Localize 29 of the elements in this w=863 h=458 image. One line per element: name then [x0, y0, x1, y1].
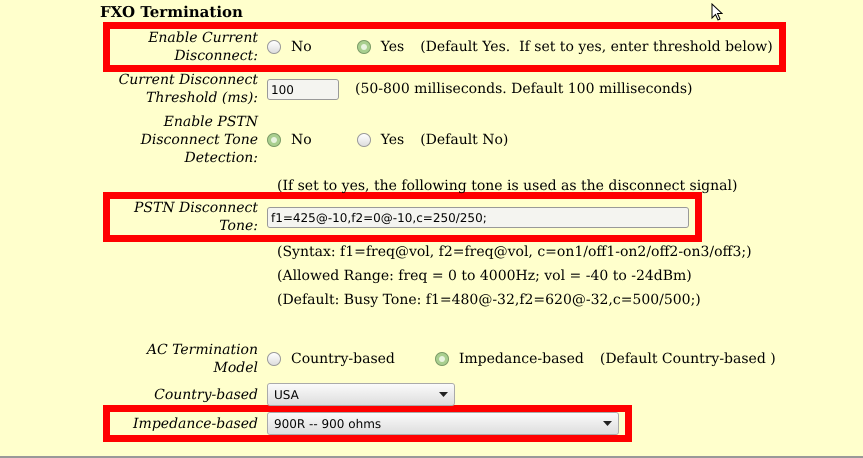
caret-icon: [603, 421, 612, 426]
cursor-icon: [711, 3, 723, 21]
hint-text: (Syntax: f1=freq@vol, f2=freq@vol, c=on1/off1-on2/off2-on3/off3;): [277, 243, 752, 262]
radio-option[interactable]: No: [267, 36, 312, 58]
field-label: Country-based: [153, 386, 258, 404]
hint-text: (If set to yes, the following tone is used as the disconnect signal): [277, 177, 738, 196]
section-title: FXO Termination: [100, 2, 243, 22]
hint-text: (Allowed Range: freq = 0 to 4000Hz; vol = -40 to -24dBm): [277, 267, 692, 286]
field-label: Current Disconnect Threshold (ms):: [118, 71, 258, 107]
input-field[interactable]: f1=425@-10,f2=0@-10,c=250/250;: [267, 206, 689, 228]
field-label: Enable PSTN Disconnect Tone Detection:: [140, 113, 258, 167]
field-label: AC Termination Model: [144, 341, 258, 377]
radio-option[interactable]: Yes: [356, 130, 404, 150]
dropdown[interactable]: USA: [267, 383, 455, 406]
hint-text: (Default Country-based ): [600, 350, 776, 368]
field-label: Enable Current Disconnect:: [147, 29, 258, 65]
hint-text: (Default Yes. If set to yes, enter threshold below): [420, 38, 773, 56]
hint-text: (Default No): [420, 130, 508, 150]
radio-option[interactable]: Country-based: [267, 348, 395, 370]
input-field[interactable]: 100: [267, 78, 339, 100]
hint-text: (Default: Busy Tone: f1=480@-32,f2=620@-32,c=500/500;): [277, 291, 701, 310]
radio-option[interactable]: Yes: [356, 36, 404, 58]
field-label: PSTN Disconnect Tone:: [132, 199, 258, 235]
radio-option[interactable]: No: [267, 130, 312, 150]
radio-option[interactable]: Impedance-based: [434, 348, 584, 370]
hint-text: (50-800 milliseconds. Default 100 milliseconds): [355, 80, 692, 98]
caret-icon: [439, 392, 448, 397]
dropdown[interactable]: 900R -- 900 ohms: [267, 412, 619, 435]
field-label: Impedance-based: [132, 414, 258, 432]
